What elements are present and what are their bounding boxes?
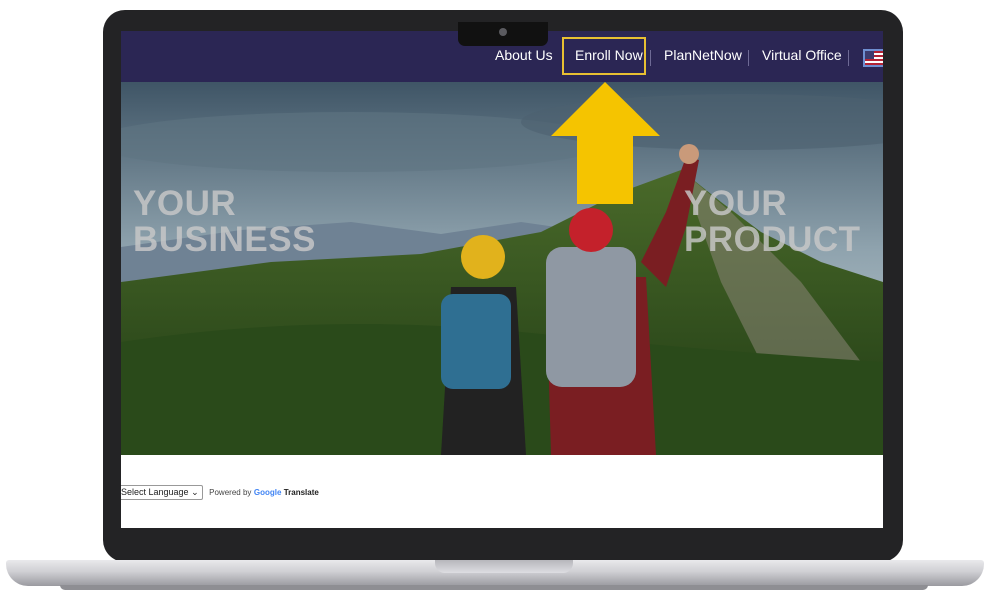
laptop-screen: About Us Enroll Now PlanNetNow Virtual O… xyxy=(121,31,883,528)
camera-icon xyxy=(499,28,507,36)
nav-plannetnow[interactable]: PlanNetNow xyxy=(664,47,742,63)
nav-separator xyxy=(848,50,849,66)
hero-banner: YOUR BUSINESS YOUR PRODUCT xyxy=(121,82,883,455)
nav-enroll-now[interactable]: Enroll Now xyxy=(575,47,643,63)
chevron-down-icon: ⌄ xyxy=(191,487,199,497)
nav-separator xyxy=(650,50,651,66)
language-select-label: Select Language xyxy=(121,487,189,497)
language-select[interactable]: Select Language ⌄ xyxy=(121,485,203,500)
hero-right-text: YOUR PRODUCT xyxy=(684,186,861,258)
nav-separator xyxy=(748,50,749,66)
hero-left-line-1: YOUR xyxy=(133,184,237,223)
hero-right-line-1: YOUR xyxy=(684,184,788,223)
hero-left-line-2: BUSINESS xyxy=(133,220,316,259)
powered-by-label: Powered by xyxy=(209,488,252,497)
hero-right-line-2: PRODUCT xyxy=(684,220,861,259)
us-flag-icon[interactable] xyxy=(863,49,883,67)
google-translate-widget: Select Language ⌄ Powered by Google Tran… xyxy=(121,485,319,501)
google-logo-text: Google xyxy=(253,488,282,497)
translate-link[interactable]: Translate xyxy=(284,488,319,497)
google-logo[interactable]: Google xyxy=(254,488,284,497)
hero-left-text: YOUR BUSINESS xyxy=(133,186,316,258)
hero-image xyxy=(121,82,883,455)
laptop-opening-groove xyxy=(435,560,573,573)
nav-about-us[interactable]: About Us xyxy=(495,47,553,63)
laptop-base-foot xyxy=(60,585,928,590)
nav-virtual-office[interactable]: Virtual Office xyxy=(762,47,842,63)
